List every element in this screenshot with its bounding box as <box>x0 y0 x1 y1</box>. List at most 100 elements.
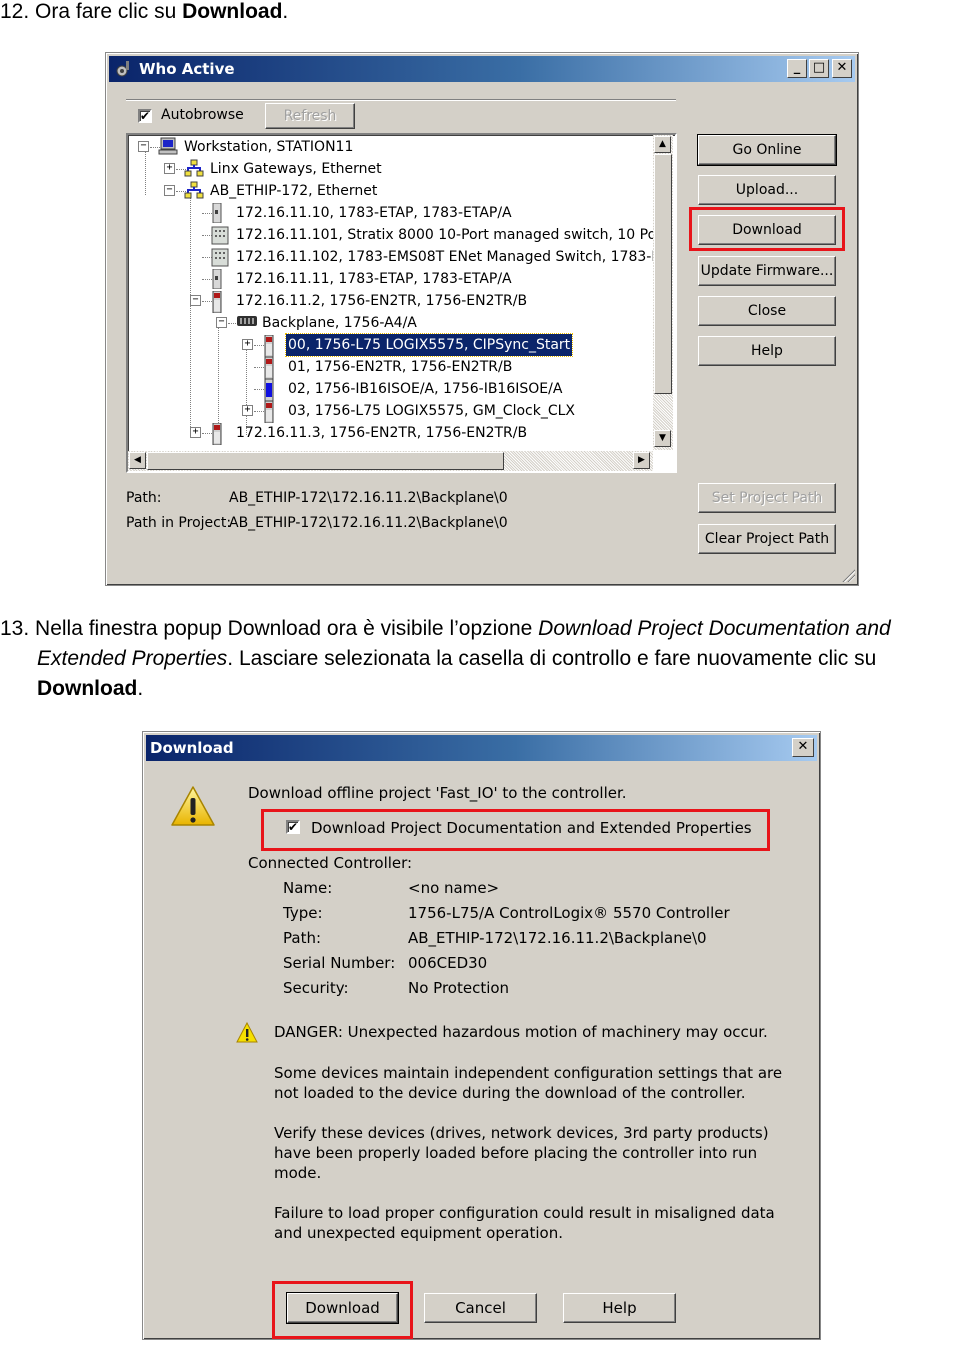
download-dialog: Download ✕ Download offline project 'Fas… <box>142 731 821 1340</box>
download-documentation-label[interactable]: Download Project Documentation and Exten… <box>311 819 752 837</box>
tree-node[interactable]: +172.16.11.3, 1756-EN2TR, 1756-EN2TR/B <box>128 422 653 446</box>
tree-node[interactable]: 172.16.11.11, 1783-ETAP, 1783-ETAP/A <box>128 268 653 290</box>
scroll-right-button[interactable]: ▶ <box>633 452 650 469</box>
close-button[interactable]: ✕ <box>832 59 852 78</box>
tree-node-label[interactable]: Workstation, STATION11 <box>182 136 355 158</box>
dialog-title: Download <box>150 739 234 757</box>
tree-node-label[interactable]: 00, 1756-L75 LOGIX5575, CIPSync_Start <box>284 333 574 357</box>
tree-node-label[interactable]: Backplane, 1756-A4/A <box>260 312 419 334</box>
module-icon <box>210 422 224 452</box>
field-label: Path: <box>283 929 322 947</box>
who-active-app-icon <box>116 61 129 77</box>
tree-node[interactable]: 172.16.11.10, 1783-ETAP, 1783-ETAP/A <box>128 202 653 224</box>
autobrowse-label: Autobrowse <box>161 107 244 123</box>
expand-icon[interactable]: + <box>190 427 201 438</box>
step-number: 12. <box>0 0 30 23</box>
expand-icon[interactable]: + <box>242 405 253 416</box>
who-active-window: Who Active _ □ ✕ ✔ Autobrowse Refresh − W… <box>105 52 859 586</box>
upload-button[interactable]: Upload... <box>698 175 836 205</box>
failure-warning-paragraph: Failure to load proper configuration cou… <box>274 1204 775 1242</box>
expand-icon[interactable]: + <box>242 339 253 350</box>
tree-node[interactable]: + Linx Gateways, Ethernet <box>128 158 653 180</box>
path-in-project-value: AB_ETHIP-172\172.16.11.2\Backplane\0 <box>229 515 508 531</box>
clear-project-path-button[interactable]: Clear Project Path <box>698 524 836 554</box>
config-warning-paragraph: Some devices maintain independent config… <box>274 1064 783 1102</box>
tree-node-label[interactable]: 01, 1756-EN2TR, 1756-EN2TR/B <box>286 356 514 378</box>
step-13-instruction: 13. Nella finestra popup Download ora è … <box>0 617 891 700</box>
close-button[interactable]: ✕ <box>792 738 814 757</box>
field-label: Security: <box>283 979 349 997</box>
who-active-titlebar: Who Active _ □ ✕ <box>109 56 855 82</box>
tree-node[interactable]: − Backplane, 1756-A4/A <box>128 312 653 334</box>
download-button[interactable]: Download <box>286 1292 399 1324</box>
vertical-scroll-thumb[interactable] <box>654 154 672 394</box>
path-value: AB_ETHIP-172\172.16.11.2\Backplane\0 <box>229 490 508 506</box>
path-label: Path: <box>126 490 162 506</box>
tree-node-label[interactable]: 172.16.11.3, 1756-EN2TR, 1756-EN2TR/B <box>234 422 529 444</box>
tree-node[interactable]: 02, 1756-IB16ISOE/A, 1756-IB16ISOE/A <box>128 378 653 402</box>
tree-node-label[interactable]: AB_ETHIP-172, Ethernet <box>208 180 379 202</box>
tree-node[interactable]: − 172.16.11.2, 1756-EN2TR, 1756-EN2TR/B <box>128 290 653 314</box>
resize-grip[interactable] <box>841 568 855 582</box>
field-value: No Protection <box>408 979 510 997</box>
help-button[interactable]: Help <box>563 1293 676 1323</box>
download-documentation-checkbox[interactable]: ✔ <box>286 820 300 834</box>
bold-download: Download <box>37 677 138 700</box>
tree-node-label[interactable]: 172.16.11.101, Stratix 8000 10-Port mana… <box>234 224 669 246</box>
download-titlebar: Download ✕ <box>146 735 817 761</box>
horizontal-scrollbar[interactable]: ◀ ▶ <box>128 451 653 471</box>
close-dialog-button[interactable]: Close <box>698 296 836 326</box>
tree-node-label[interactable]: 172.16.11.11, 1783-ETAP, 1783-ETAP/A <box>234 268 514 290</box>
field-label: Serial Number: <box>283 954 396 972</box>
maximize-button[interactable]: □ <box>809 59 829 78</box>
tree-node-label[interactable]: 172.16.11.10, 1783-ETAP, 1783-ETAP/A <box>234 202 514 224</box>
horizontal-scroll-thumb[interactable] <box>147 452 504 470</box>
set-project-path-button[interactable]: Set Project Path <box>698 483 836 513</box>
update-firmware-button[interactable]: Update Firmware... <box>698 256 836 286</box>
dialog-intro: Download offline project 'Fast_IO' to th… <box>248 784 627 802</box>
vertical-scrollbar[interactable]: ▲ ▼ <box>653 135 673 450</box>
help-button[interactable]: Help <box>698 336 836 366</box>
device-tree[interactable]: − Workstation, STATION11 + Linx Gateways, E… <box>126 133 677 473</box>
path-in-project-label: Path in Project: <box>126 515 232 531</box>
collapse-icon[interactable]: − <box>138 141 149 152</box>
autobrowse-checkbox[interactable]: ✔ <box>138 109 152 123</box>
field-value: 006CED30 <box>408 954 488 972</box>
scroll-up-button[interactable]: ▲ <box>654 136 671 153</box>
collapse-icon[interactable]: − <box>216 317 227 328</box>
step-12-instruction: 12. Ora fare clic su Download. <box>0 0 289 23</box>
connected-controller-label: Connected Controller: <box>248 854 413 872</box>
tree-node[interactable]: 01, 1756-EN2TR, 1756-EN2TR/B <box>128 356 653 380</box>
refresh-button[interactable]: Refresh <box>265 103 355 129</box>
tree-node[interactable]: 172.16.11.101, Stratix 8000 10-Port mana… <box>128 224 667 246</box>
scroll-left-button[interactable]: ◀ <box>129 452 146 469</box>
field-label: Type: <box>283 904 323 922</box>
collapse-icon[interactable]: − <box>190 295 201 306</box>
separator <box>126 99 676 101</box>
download-button[interactable]: Download <box>698 215 836 245</box>
tree-node-label[interactable]: 02, 1756-IB16ISOE/A, 1756-IB16ISOE/A <box>286 378 564 400</box>
tree-node-label[interactable]: 03, 1756-L75 LOGIX5575, GM_Clock_CLX <box>286 400 577 422</box>
minimize-button[interactable]: _ <box>787 59 807 78</box>
tree-node[interactable]: +00, 1756-L75 LOGIX5575, CIPSync_Start <box>128 333 653 358</box>
cancel-button[interactable]: Cancel <box>424 1293 537 1323</box>
danger-warning-icon <box>236 1021 258 1043</box>
tree-node-label[interactable]: Linx Gateways, Ethernet <box>208 158 384 180</box>
scroll-down-button[interactable]: ▼ <box>654 430 671 447</box>
danger-message: DANGER: Unexpected hazardous motion of m… <box>274 1023 768 1041</box>
window-title: Who Active <box>139 60 235 78</box>
verify-devices-paragraph: Verify these devices (drives, network de… <box>274 1124 769 1182</box>
italic-option-name: Download Project Documentation and <box>538 617 891 640</box>
warning-icon <box>171 786 215 826</box>
tree-node[interactable]: − Workstation, STATION11 <box>128 136 653 158</box>
tree-node-label[interactable]: 172.16.11.2, 1756-EN2TR, 1756-EN2TR/B <box>234 290 529 312</box>
field-value: AB_ETHIP-172\172.16.11.2\Backplane\0 <box>408 929 707 947</box>
tree-node[interactable]: − AB_ETHIP-172, Ethernet <box>128 180 653 202</box>
collapse-icon[interactable]: − <box>164 185 175 196</box>
tree-node-label[interactable]: 172.16.11.102, 1783-EMS08T ENet Managed … <box>234 246 674 268</box>
go-online-button[interactable]: Go Online <box>697 134 837 166</box>
tree-node[interactable]: 172.16.11.102, 1783-EMS08T ENet Managed … <box>128 246 672 268</box>
expand-icon[interactable]: + <box>164 163 175 174</box>
field-value: <no name> <box>408 879 500 897</box>
tree-node[interactable]: +03, 1756-L75 LOGIX5575, GM_Clock_CLX <box>128 400 653 424</box>
